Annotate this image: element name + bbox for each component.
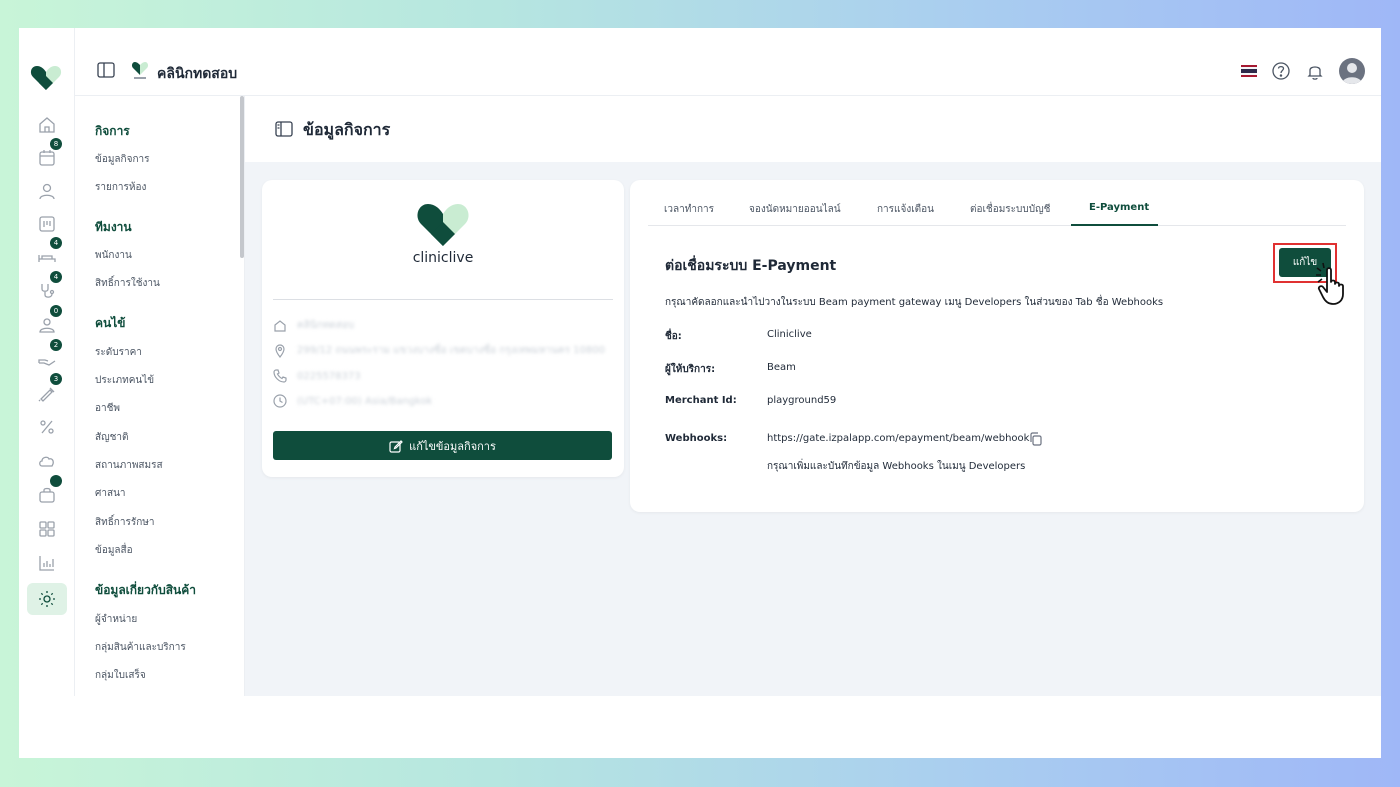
bell-icon[interactable] [1305, 61, 1325, 81]
menu-section-patients: คนไข้ [95, 316, 126, 330]
cliniclive-logo-icon[interactable] [30, 64, 62, 92]
calendar-badge: 8 [50, 138, 62, 150]
business-phone: 0225578373 [297, 370, 361, 382]
settings-tabs: เวลาทำการ จองนัดหมายออนไลน์ การแจ้งเตือน… [648, 194, 1346, 226]
edit-business-label: แก้ไขข้อมูลกิจการ [409, 439, 496, 453]
thai-flag-icon[interactable] [1241, 65, 1257, 77]
app-frame: 8 4 4 0 2 3 คลินิกทดสอบ กิจการ ข้อมูลกิจ… [19, 28, 1381, 758]
menu-item-product-groups[interactable]: กลุ่มสินค้าและบริการ [95, 640, 186, 655]
menu-section-business: กิจการ [95, 124, 130, 138]
provider-value: Beam [767, 362, 796, 373]
calendar-icon[interactable]: 8 [32, 138, 62, 171]
cliniclive-logo [417, 204, 469, 246]
top-bar-actions [1241, 58, 1365, 84]
page-header: ข้อมูลกิจการ [245, 96, 1381, 162]
settings-menu: กิจการ ข้อมูลกิจการ รายการห้อง ทีมงาน พน… [75, 96, 245, 696]
chart-icon[interactable] [32, 550, 62, 576]
menu-item-nationality[interactable]: สัญชาติ [95, 430, 129, 445]
cloud-icon[interactable] [32, 448, 62, 474]
tab-notifications[interactable]: การแจ้งเตือน [877, 202, 934, 217]
logo-text: cliniclive [412, 250, 474, 266]
settings-card: เวลาทำการ จองนัดหมายออนไลน์ การแจ้งเตือน… [630, 180, 1364, 512]
business-timezone: (UTC+07:00) Asia/Bangkok [297, 395, 433, 407]
active-tab-indicator [1071, 224, 1158, 226]
clinic-name[interactable]: คลินิกทดสอบ [157, 63, 237, 85]
menu-item-treatment-rights[interactable]: สิทธิ์การรักษา [95, 515, 154, 530]
menu-section-products: ข้อมูลเกี่ยวกับสินค้า [95, 583, 196, 597]
merchant-id-value: playground59 [767, 395, 837, 406]
avatar[interactable] [1339, 58, 1365, 84]
clinic-logo-icon [131, 62, 149, 79]
menu-section-team: ทีมงาน [95, 220, 132, 234]
stethoscope-icon[interactable]: 4 [32, 271, 62, 304]
grid-icon[interactable] [32, 516, 62, 542]
tab-e-payment[interactable]: E-Payment [1089, 202, 1149, 213]
bed-badge: 4 [50, 237, 62, 249]
menu-item-patient-type[interactable]: ประเภทคนไข้ [95, 373, 154, 388]
pointer-hand-icon [1316, 262, 1344, 305]
menu-item-religion[interactable]: ศาสนา [95, 486, 126, 501]
percent-icon[interactable] [32, 414, 62, 440]
webhooks-url: https://gate.izpalapp.com/epayment/beam/… [767, 433, 1030, 444]
bed-icon[interactable]: 4 [32, 237, 62, 270]
menu-item-price-level[interactable]: ระดับราคา [95, 345, 142, 360]
webhook-instruction: กรุณาคัดลอกและนำไปวางในระบบ Beam payment… [665, 297, 1164, 308]
home-icon[interactable] [32, 112, 62, 138]
menu-item-permissions[interactable]: สิทธิ์การใช้งาน [95, 276, 160, 291]
patient-icon[interactable]: 0 [32, 305, 62, 338]
page-title: ข้อมูลกิจการ [303, 120, 391, 139]
copy-icon[interactable] [1029, 432, 1043, 446]
help-icon[interactable] [1271, 61, 1291, 81]
sidebar-toggle-icon[interactable] [97, 62, 115, 78]
section-title: ต่อเชื่อมระบบ E-Payment [665, 258, 837, 274]
top-bar: คลินิกทดสอบ [75, 28, 1381, 96]
bag-dot [50, 475, 62, 487]
menu-item-staff[interactable]: พนักงาน [95, 248, 132, 263]
menu-item-occupation[interactable]: อาชีพ [95, 401, 120, 416]
hand-icon[interactable]: 2 [32, 339, 62, 372]
phone-icon [273, 369, 287, 383]
webhooks-label: Webhooks: [665, 433, 728, 444]
business-name-row: คลินิกทดสอบ [273, 318, 354, 333]
hand-badge: 2 [50, 339, 62, 351]
menu-item-business-info[interactable]: ข้อมูลกิจการ [95, 152, 150, 167]
clock-icon [273, 394, 287, 408]
name-value: Cliniclive [767, 329, 812, 340]
location-pin-icon [275, 343, 285, 358]
bag-icon[interactable] [32, 475, 62, 508]
gear-icon[interactable] [27, 583, 67, 615]
syringe-icon[interactable]: 3 [32, 373, 62, 406]
merchant-id-label: Merchant Id: [665, 395, 737, 406]
business-address: 299/12 ถนนพระราม แขวงบางซื่อ เขตบางซื่อ … [297, 345, 605, 356]
name-label: ชื่อ: [665, 331, 682, 342]
menu-item-receipt-groups[interactable]: กลุ่มใบเสร็จ [95, 668, 146, 683]
menu-item-media[interactable]: ข้อมูลสื่อ [95, 543, 133, 558]
tab-accounting[interactable]: ต่อเชื่อมระบบบัญชี [970, 202, 1050, 217]
menu-scrollbar[interactable] [240, 96, 244, 258]
user-icon[interactable] [32, 178, 62, 204]
icon-rail: 8 4 4 0 2 3 [19, 28, 75, 696]
divider [273, 299, 613, 300]
menu-item-marital-status[interactable]: สถานภาพสมรส [95, 458, 163, 473]
menu-item-rooms[interactable]: รายการห้อง [95, 180, 146, 195]
patient-badge: 0 [50, 305, 62, 317]
home-icon [274, 319, 286, 332]
board-icon[interactable] [32, 211, 62, 237]
provider-label: ผู้ให้บริการ: [665, 364, 716, 375]
main-content: ข้อมูลกิจการ cliniclive คลินิกทดสอบ 299/… [245, 96, 1381, 696]
business-phone-row: 0225578373 [273, 369, 361, 383]
panel-icon [275, 121, 293, 137]
menu-item-suppliers[interactable]: ผู้จำหน่าย [95, 612, 137, 627]
tab-business-hours[interactable]: เวลาทำการ [664, 202, 714, 217]
edit-business-button[interactable]: แก้ไขข้อมูลกิจการ [273, 431, 612, 460]
webhooks-hint: กรุณาเพิ่มและบันทึกข้อมูล Webhooks ในเมน… [767, 461, 1026, 472]
business-name: คลินิกทดสอบ [297, 320, 355, 331]
business-card: cliniclive คลินิกทดสอบ 299/12 ถนนพระราม … [262, 180, 624, 477]
edit-icon [389, 439, 403, 453]
business-address-row: 299/12 ถนนพระราม แขวงบางซื่อ เขตบางซื่อ … [273, 343, 605, 358]
business-timezone-row: (UTC+07:00) Asia/Bangkok [273, 394, 432, 408]
tab-online-booking[interactable]: จองนัดหมายออนไลน์ [749, 202, 841, 217]
syringe-badge: 3 [50, 373, 62, 385]
stethoscope-badge: 4 [50, 271, 62, 283]
